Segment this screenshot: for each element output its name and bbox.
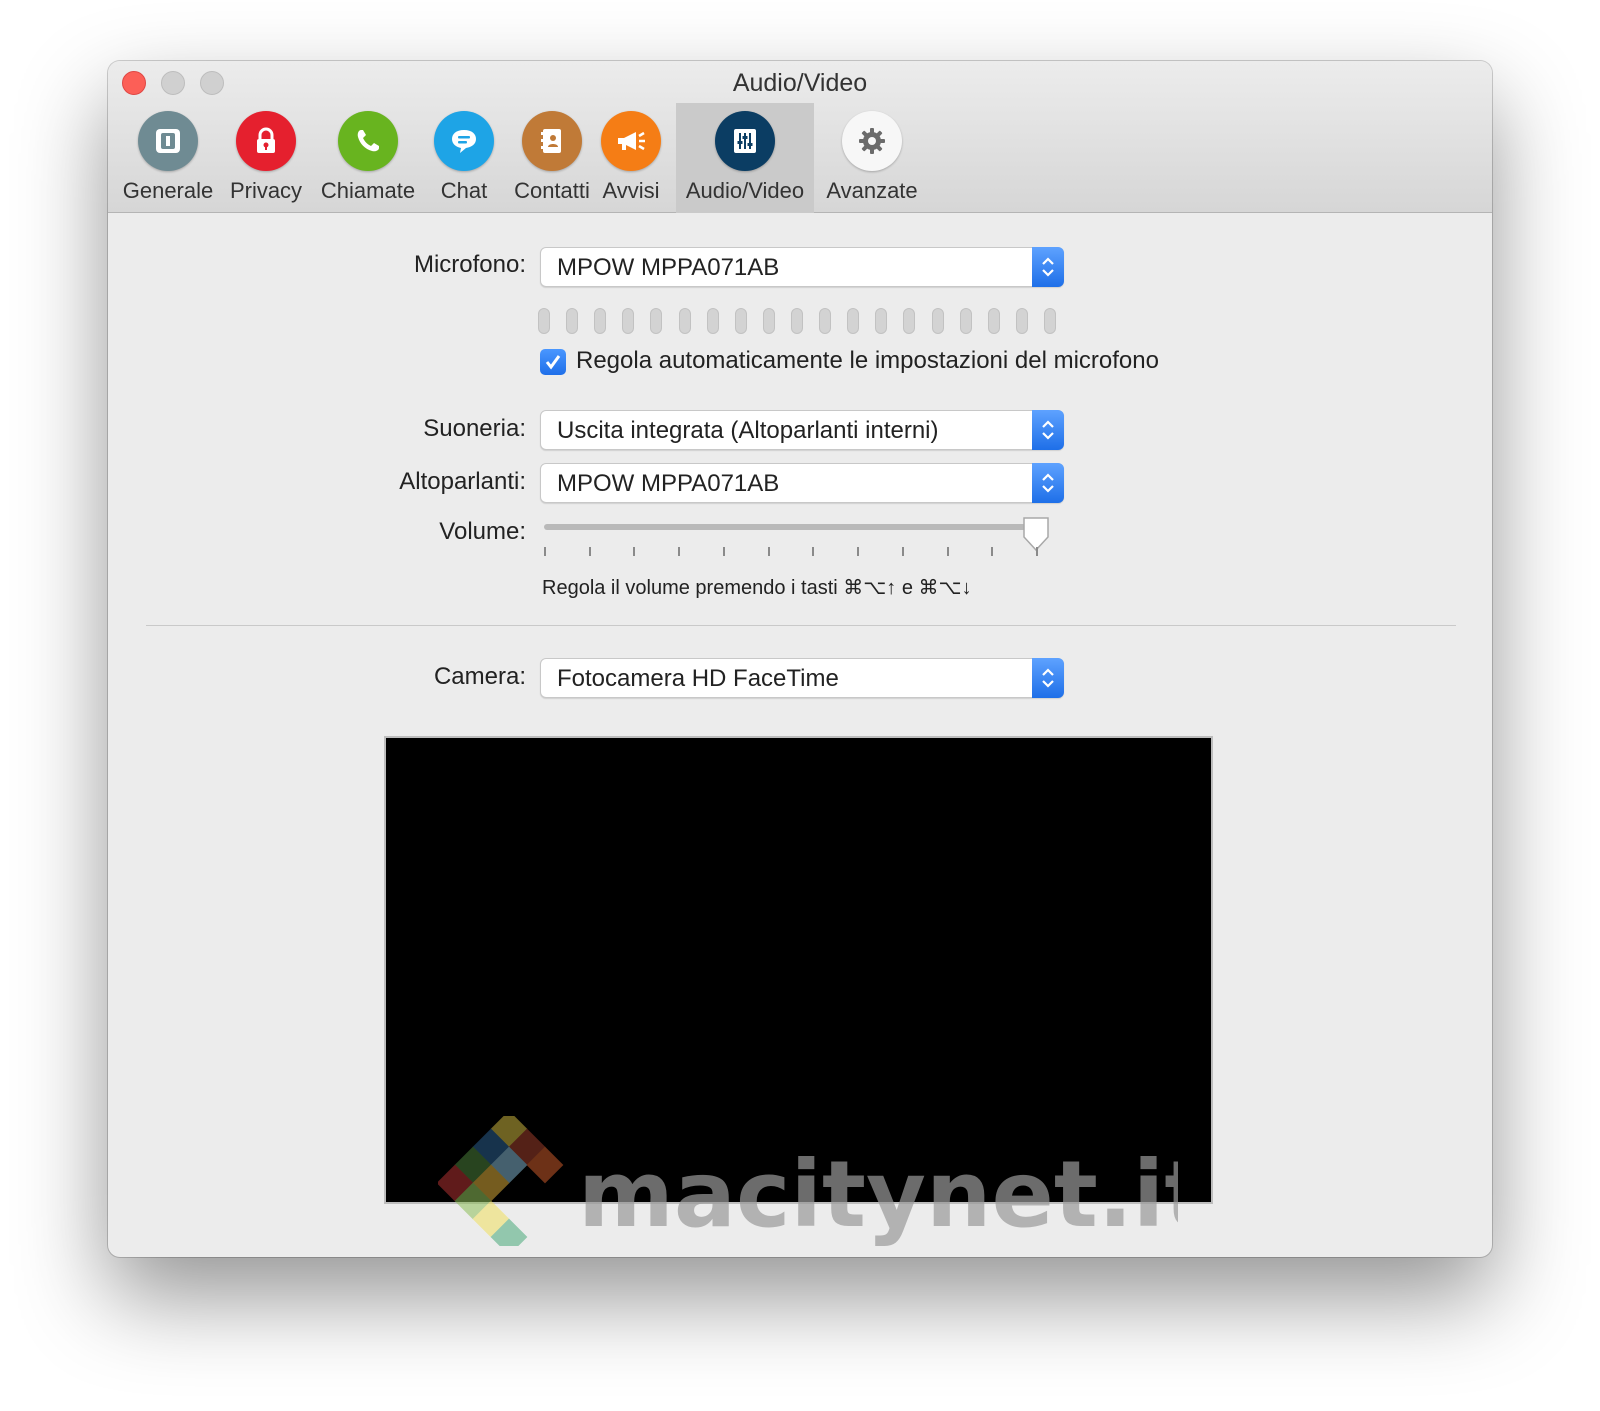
volume-tick (678, 547, 680, 556)
separator (146, 625, 1456, 626)
mic-level-segment (960, 308, 972, 334)
mic-level-segment (1016, 308, 1028, 334)
chevron-updown-icon (1032, 247, 1064, 287)
camera-label: Camera: (433, 663, 526, 690)
mic-level-segment (538, 308, 550, 334)
mic-level-segment (932, 308, 944, 334)
volume-tick (723, 547, 725, 556)
microphone-value: MPOW MPPA071AB (557, 254, 780, 281)
megaphone-icon (601, 111, 661, 171)
gear-icon (842, 111, 902, 171)
microphone-label: Microfono: (413, 251, 526, 278)
volume-tick (544, 547, 546, 556)
mic-level-segment (875, 308, 887, 334)
equalizer-icon (715, 111, 775, 171)
mic-level-segment (1044, 308, 1056, 334)
mic-level-segment (847, 308, 859, 334)
mic-level-segment (903, 308, 915, 334)
mic-level-segment (791, 308, 803, 334)
volume-tick (812, 547, 814, 556)
phone-icon (338, 111, 398, 171)
title-bar: Audio/Video Generale Privacy Chiamate Ch… (108, 61, 1492, 213)
mic-level-segment (763, 308, 775, 334)
camera-value: Fotocamera HD FaceTime (557, 665, 839, 692)
speakers-select[interactable]: MPOW MPPA071AB (540, 463, 1064, 503)
volume-tick (768, 547, 770, 556)
volume-tick (902, 547, 904, 556)
volume-slider-track[interactable] (544, 524, 1044, 530)
volume-label: Volume: (439, 518, 526, 545)
ringtone-label: Suoneria: (423, 415, 526, 442)
tab-audio-video[interactable]: Audio/Video (676, 103, 814, 213)
mic-level-segment (988, 308, 1000, 334)
ringtone-select[interactable]: Uscita integrata (Altoparlanti interni) (540, 410, 1064, 450)
chevron-updown-icon (1032, 410, 1064, 450)
lock-icon (236, 111, 296, 171)
chevron-updown-icon (1032, 463, 1064, 503)
mic-level-segment (707, 308, 719, 334)
macitynet-watermark: macitynet.it (438, 1116, 1178, 1246)
chat-bubble-icon (434, 111, 494, 171)
volume-tick (1036, 547, 1038, 556)
mic-level-segment (819, 308, 831, 334)
watermark-text: macitynet.it (578, 1141, 1178, 1246)
volume-tick (633, 547, 635, 556)
volume-hint: Regola il volume premendo i tasti ⌘⌥↑ e … (542, 577, 972, 599)
speakers-label: Altoparlanti: (399, 468, 526, 495)
tab-avanzate[interactable]: Avanzate (822, 103, 922, 213)
volume-tick (857, 547, 859, 556)
mic-level-segment (679, 308, 691, 334)
speakers-value: MPOW MPPA071AB (557, 470, 780, 497)
tab-label: Avanzate (826, 178, 918, 203)
ringtone-value: Uscita integrata (Altoparlanti interni) (557, 417, 939, 444)
mic-level-segment (735, 308, 747, 334)
volume-tick (589, 547, 591, 556)
volume-tick (991, 547, 993, 556)
mic-level-segment (622, 308, 634, 334)
generale-icon (138, 111, 198, 171)
volume-tick (947, 547, 949, 556)
mic-level-segment (650, 308, 662, 334)
chevron-updown-icon (1032, 658, 1064, 698)
preferences-window: Audio/Video Generale Privacy Chiamate Ch… (108, 61, 1492, 1257)
mic-level-segment (566, 308, 578, 334)
microphone-select[interactable]: MPOW MPPA071AB (540, 247, 1064, 287)
window-title: Audio/Video (732, 69, 868, 97)
camera-select[interactable]: Fotocamera HD FaceTime (540, 658, 1064, 698)
contacts-book-icon (522, 111, 582, 171)
auto-adjust-label[interactable]: Regola automaticamente le impostazioni d… (576, 347, 1159, 375)
auto-adjust-checkbox[interactable] (540, 349, 566, 375)
mic-level-segment (594, 308, 606, 334)
microphone-level-meter (538, 308, 1068, 338)
